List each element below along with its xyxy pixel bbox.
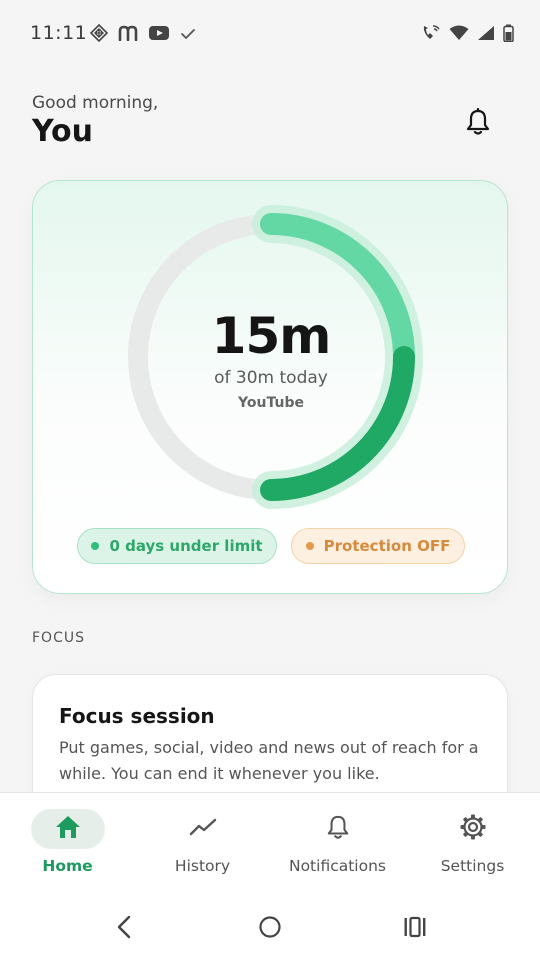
check-icon — [180, 26, 196, 45]
status-notification-icons — [89, 23, 196, 46]
bell-icon — [465, 107, 491, 140]
home-icon — [55, 815, 81, 843]
recents-icon — [403, 916, 427, 942]
home-circle-icon — [258, 915, 282, 943]
nav-label-notifications: Notifications — [288, 857, 386, 875]
notifications-button[interactable] — [458, 104, 498, 144]
nav-item-home[interactable]: Home — [0, 793, 135, 891]
m-app-icon — [118, 25, 138, 45]
usage-app-name: YouTube — [238, 395, 304, 411]
nav-home-indicator — [30, 809, 105, 849]
protection-pill-label: Protection OFF — [323, 537, 451, 555]
usage-time-value: 15m — [211, 307, 332, 365]
battery-icon — [503, 24, 514, 46]
youtube-icon — [148, 25, 170, 45]
nav-item-notifications[interactable]: Notifications — [270, 793, 405, 891]
focus-session-description: Put games, social, video and news out of… — [59, 738, 479, 783]
wifi-icon — [449, 25, 469, 45]
trend-icon — [189, 817, 217, 841]
usage-limit-text: of 30m today — [214, 368, 328, 388]
nav-label-home: Home — [42, 857, 93, 875]
nav-item-settings[interactable]: Settings — [405, 793, 540, 891]
streak-dot — [91, 542, 100, 550]
nav-item-history[interactable]: History — [135, 793, 270, 891]
user-name: You — [32, 114, 93, 149]
back-icon — [116, 915, 132, 943]
protection-pill[interactable]: Protection OFF — [291, 528, 465, 564]
diamond-grid-icon — [89, 23, 109, 46]
status-system-icons — [421, 24, 514, 46]
status-time: 11:11 — [30, 22, 88, 44]
gear-icon — [459, 813, 487, 845]
status-bar: 11:11 — [0, 0, 540, 68]
system-navigation-bar — [0, 890, 540, 960]
system-back-button[interactable] — [109, 914, 139, 944]
protection-dot — [305, 542, 314, 550]
greeting-text: Good morning, — [32, 93, 159, 113]
focus-session-title: Focus session — [59, 704, 215, 728]
streak-pill[interactable]: 0 days under limit — [77, 528, 277, 564]
bottom-navigation: Home History Notifications Settings — [0, 792, 540, 890]
bell-icon — [326, 814, 350, 844]
system-home-button[interactable] — [255, 914, 285, 944]
usage-card[interactable]: 15m of 30m today YouTube 0 days under li… — [32, 180, 508, 594]
nav-label-settings: Settings — [440, 857, 505, 875]
focus-section-label: FOCUS — [32, 630, 85, 646]
signal-icon — [477, 25, 495, 45]
nav-label-history: History — [174, 857, 231, 875]
wifi-calling-icon — [421, 24, 441, 46]
system-recents-button[interactable] — [400, 914, 430, 944]
streak-pill-label: 0 days under limit — [109, 537, 263, 555]
